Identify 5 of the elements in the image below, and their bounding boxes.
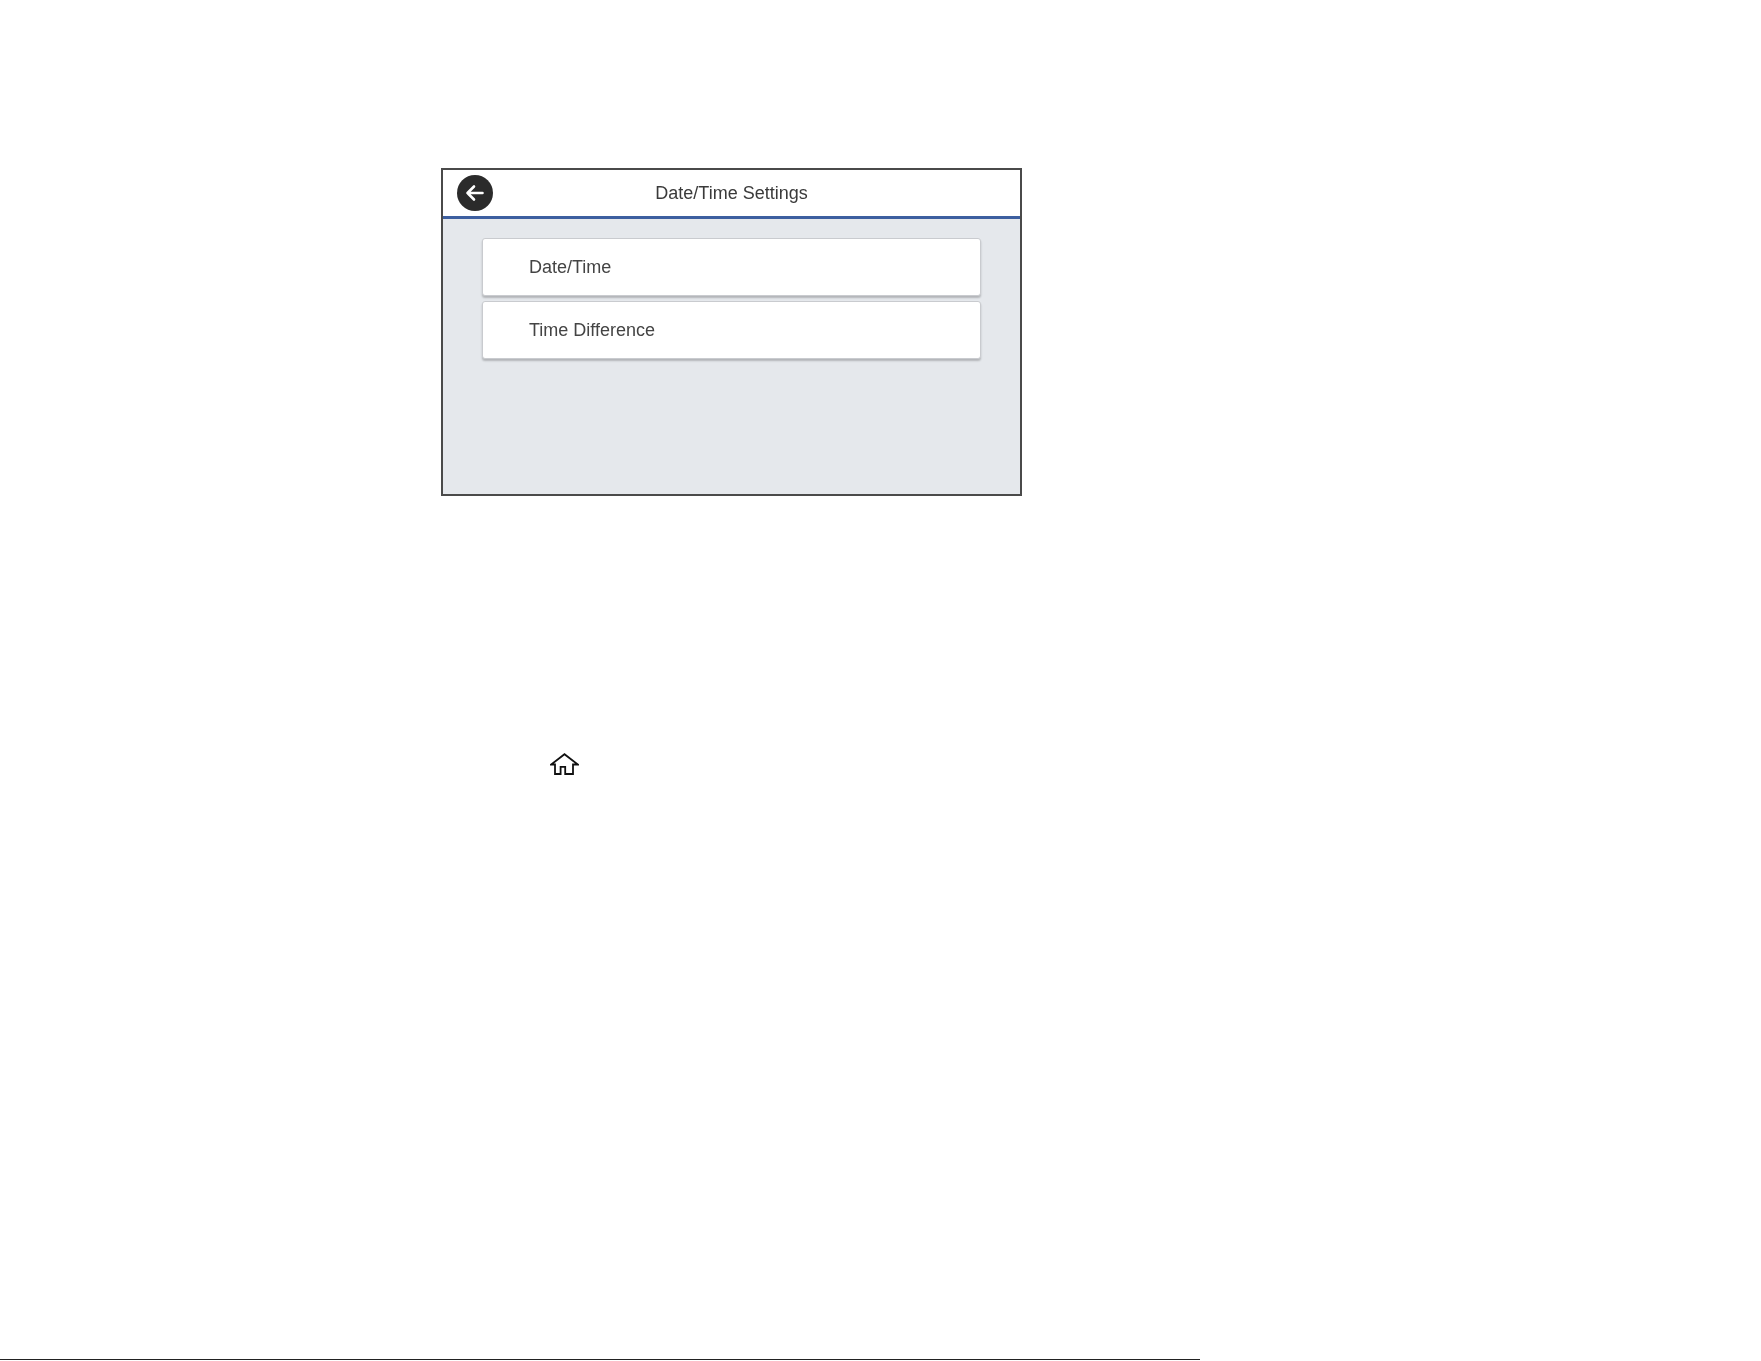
home-icon xyxy=(550,753,579,775)
screen-title: Date/Time Settings xyxy=(655,181,808,205)
menu-item[interactable]: Date/Time xyxy=(482,238,981,296)
back-button[interactable] xyxy=(457,175,493,211)
menu-item[interactable]: Time Difference xyxy=(482,301,981,359)
